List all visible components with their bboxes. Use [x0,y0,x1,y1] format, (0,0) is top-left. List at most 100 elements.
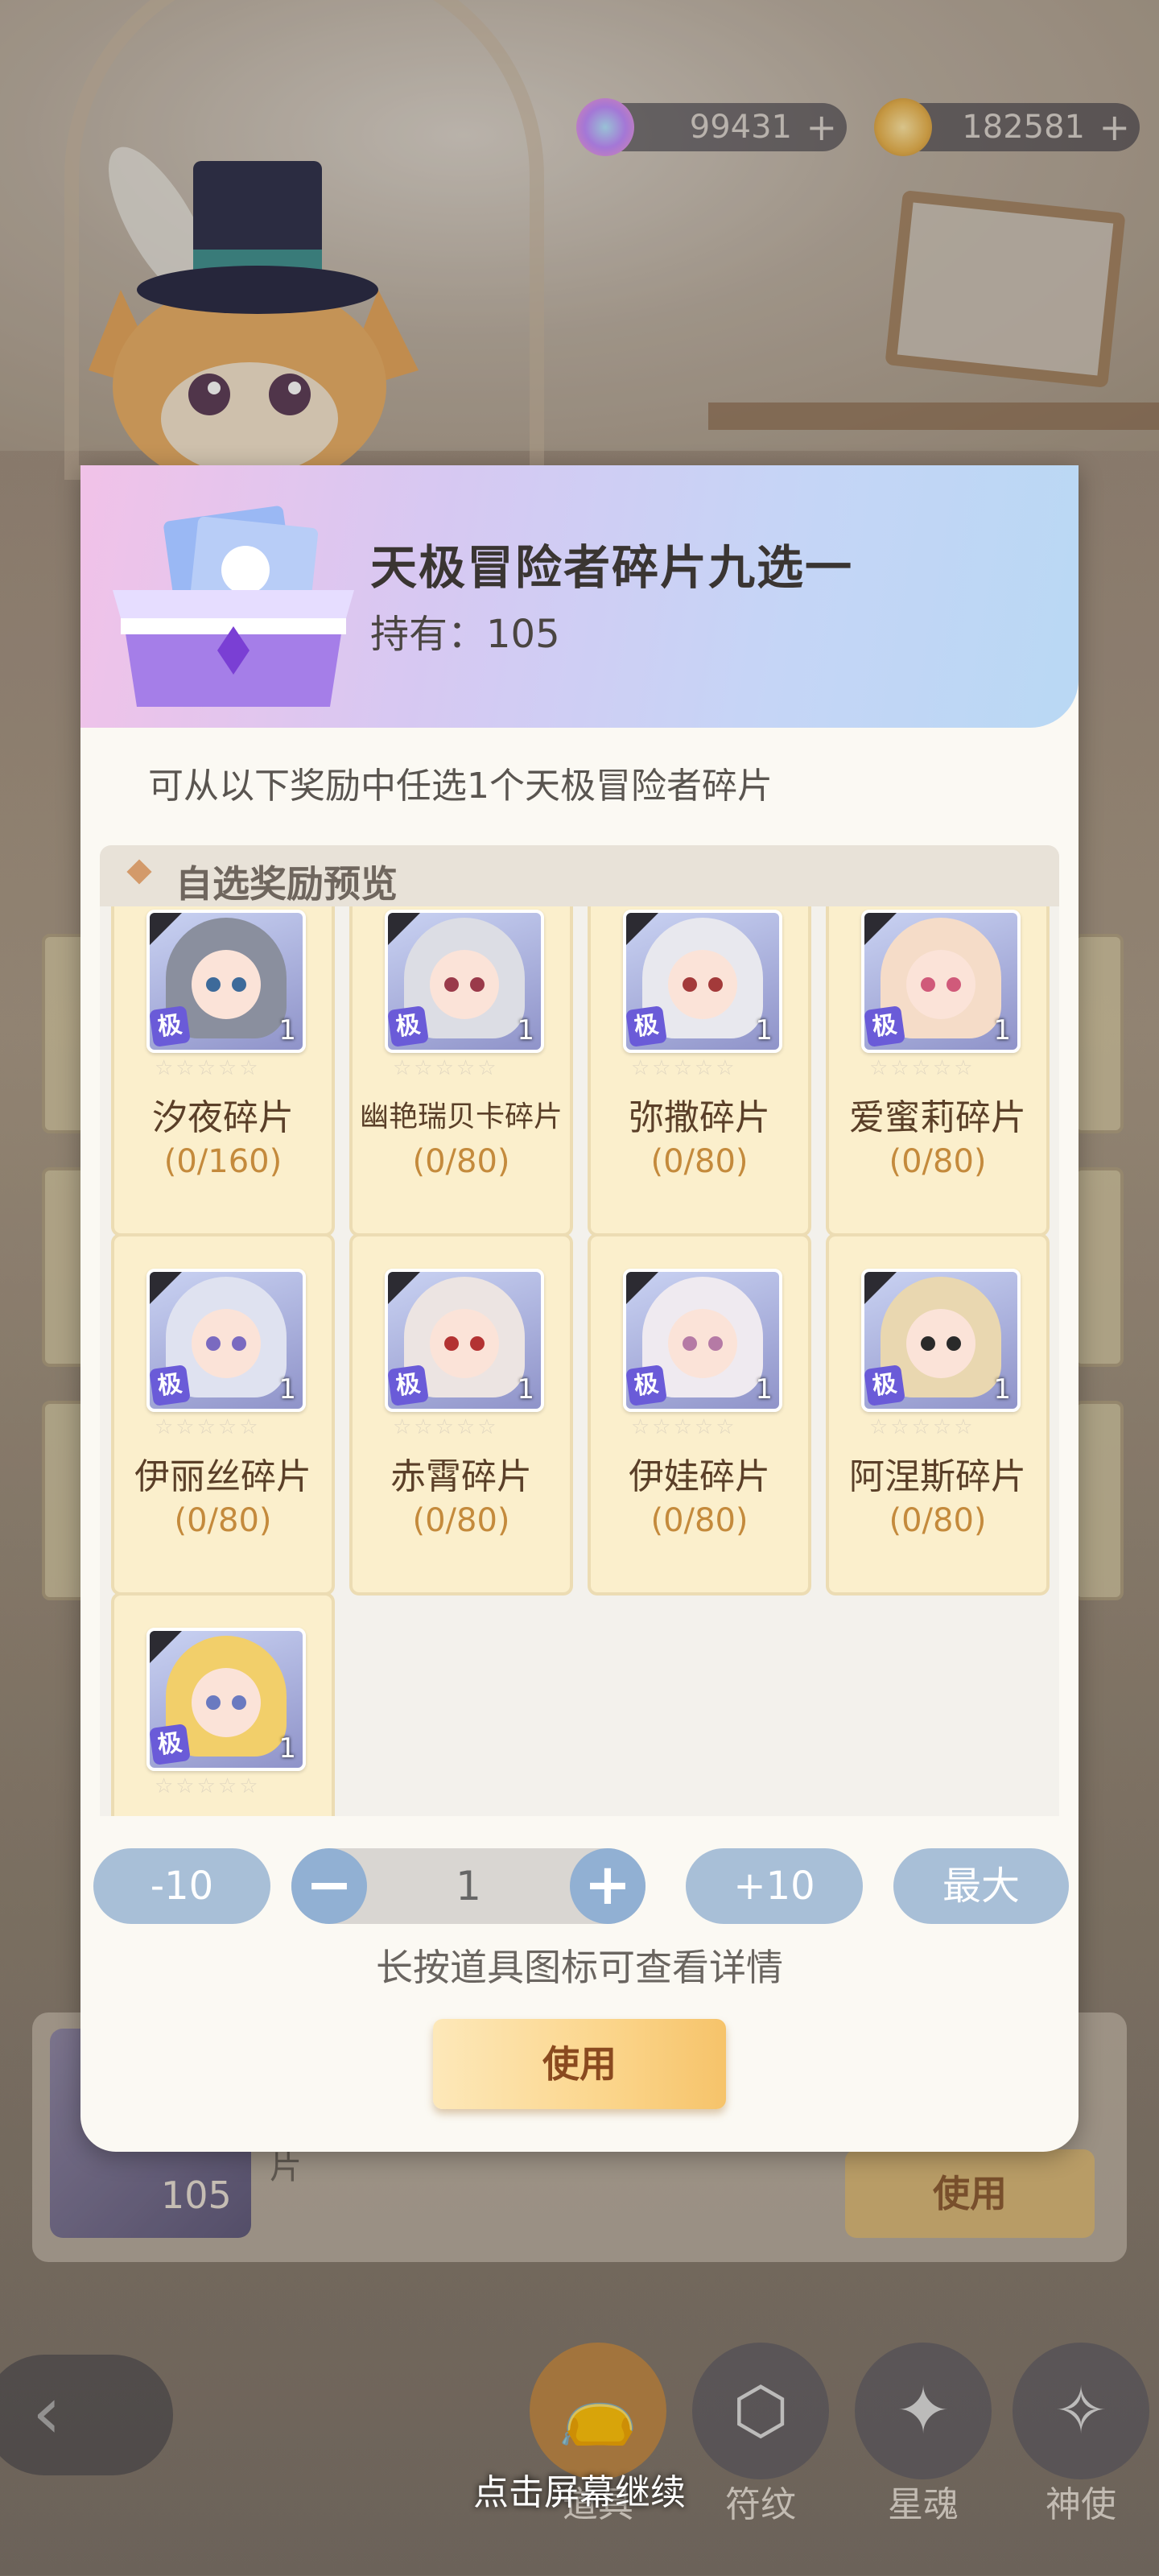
item-quantity: 1 [993,1014,1011,1046]
shard-name: 弥撒碎片 [629,1097,770,1138]
shard-name: 阿涅斯碎片 [849,1456,1026,1497]
star-rating: ☆☆☆☆☆ [155,1056,261,1080]
item-quantity: 1 [993,1373,1011,1406]
dialog-title: 天极冒险者碎片九选一 [370,540,854,595]
rarity-badge: 极 [864,1005,905,1047]
portrait-face [192,950,261,1019]
tap-to-continue-text[interactable]: 点击屏幕继续 [0,2463,1159,2515]
portrait-face [906,1309,975,1378]
use-button[interactable]: 使用 [433,2019,726,2109]
shard-progress: (0/80) [889,1143,987,1180]
portrait-eye [206,1336,221,1351]
shard-progress: (0/80) [412,1502,510,1539]
portrait-face [192,1309,261,1378]
portrait-face [668,1309,737,1378]
star-rating: ☆☆☆☆☆ [631,1056,737,1080]
shard-name: 伊丽丝碎片 [134,1456,311,1497]
portrait-eye [708,1336,723,1351]
character-portrait[interactable]: 极1 [861,910,1021,1053]
reward-item-card[interactable]: 极 1 ☆☆☆☆☆ 伊丽丝碎片 (0/80) [111,1233,335,1596]
portrait-eye [708,977,723,992]
shard-name: 汐夜碎片 [152,1097,294,1138]
portrait-eye [232,1336,246,1351]
portrait-face [192,1668,261,1737]
rarity-badge: 极 [150,1005,191,1047]
shard-progress: (0/80) [650,1143,749,1180]
puzzle-corner-icon [150,1272,182,1304]
portrait-eye [921,977,935,992]
rarity-badge: 极 [864,1364,905,1406]
portrait-eye [206,977,221,992]
rarity-badge: 极 [388,1364,429,1406]
item-quantity: 1 [755,1373,773,1406]
dialog-description: 可从以下奖励中任选1个天极冒险者碎片 [148,766,773,807]
plus-ten-button[interactable]: +10 [686,1848,863,1924]
minus-ten-button[interactable]: -10 [93,1848,270,1924]
puzzle-corner-icon [626,913,658,945]
puzzle-corner-icon [388,1272,420,1304]
character-portrait[interactable]: 极1 [385,1269,544,1412]
reward-item-card[interactable]: 极 1 ☆☆☆☆☆ 伊娃碎片 (0/80) [588,1233,811,1596]
puzzle-corner-icon [626,1272,658,1304]
item-quantity: 1 [517,1373,534,1406]
character-portrait[interactable]: 极1 [385,910,544,1053]
puzzle-corner-icon [864,1272,897,1304]
character-portrait[interactable]: 极1 [146,910,306,1053]
long-press-hint: 长按道具图标可查看详情 [376,1946,783,1989]
portrait-eye [444,977,459,992]
character-portrait[interactable]: 极1 [861,1269,1021,1412]
rarity-badge: 极 [626,1005,667,1047]
portrait-eye [206,1695,221,1710]
shard-progress: (0/80) [650,1502,749,1539]
portrait-eye [947,977,961,992]
portrait-eye [921,1336,935,1351]
shard-name: 伊娃碎片 [629,1456,770,1497]
portrait-eye [947,1336,961,1351]
character-portrait[interactable]: 极1 [623,1269,782,1412]
rarity-badge: 极 [388,1005,429,1047]
portrait-eye [470,977,485,992]
max-button[interactable]: 最大 [893,1848,1069,1924]
character-portrait[interactable]: 极1 [623,910,782,1053]
star-rating: ☆☆☆☆☆ [393,1415,499,1439]
reward-item-card[interactable]: 极 1 ☆☆☆☆☆ 爱蜜莉碎片 (0/80) [826,906,1050,1236]
reward-item-card[interactable]: 极 1 ☆☆☆☆☆ [111,1592,335,1816]
shard-name: 赤霄碎片 [390,1456,532,1497]
item-quantity: 1 [278,1373,296,1406]
reward-item-card[interactable]: 极 1 ☆☆☆☆☆ 弥撒碎片 (0/80) [588,906,811,1236]
reward-item-card[interactable]: 极 1 ☆☆☆☆☆ 汐夜碎片 (0/160) [111,906,335,1236]
gift-box-icon [113,506,354,707]
increment-button[interactable]: + [570,1848,645,1924]
puzzle-corner-icon [864,913,897,945]
shard-progress: (0/80) [412,1143,510,1180]
reward-grid[interactable]: 极 1 ☆☆☆☆☆ 汐夜碎片 (0/160) 极 1 ☆☆☆☆☆ 幽艳瑞贝卡碎片 (0/80) 极 1… [100,906,1059,1816]
item-quantity: 1 [278,1014,296,1046]
portrait-eye [683,977,697,992]
portrait-face [430,950,499,1019]
portrait-face [430,1309,499,1378]
item-quantity: 1 [517,1014,534,1046]
quantity-stepper: − 1 + [291,1848,645,1924]
item-quantity: 1 [755,1014,773,1046]
reward-item-card[interactable]: 极 1 ☆☆☆☆☆ 幽艳瑞贝卡碎片 (0/80) [349,906,573,1236]
star-rating: ☆☆☆☆☆ [393,1056,499,1080]
character-portrait[interactable]: 极1 [146,1269,306,1412]
character-portrait[interactable]: 极1 [146,1628,306,1771]
reward-item-card[interactable]: 极 1 ☆☆☆☆☆ 赤霄碎片 (0/80) [349,1233,573,1596]
decrement-button[interactable]: − [291,1848,367,1924]
shard-name: 幽艳瑞贝卡碎片 [359,1100,563,1133]
star-rating: ☆☆☆☆☆ [631,1415,737,1439]
shard-progress: (0/80) [889,1502,987,1539]
reward-item-card[interactable]: 极 1 ☆☆☆☆☆ 阿涅斯碎片 (0/80) [826,1233,1050,1596]
quantity-value[interactable]: 1 [367,1848,570,1924]
puzzle-corner-icon [150,913,182,945]
portrait-eye [444,1336,459,1351]
shard-progress: (0/80) [174,1502,272,1539]
portrait-eye [232,1695,246,1710]
section-title: 自选奖励预览 [175,862,398,906]
star-rating: ☆☆☆☆☆ [155,1415,261,1439]
portrait-eye [470,1336,485,1351]
portrait-face [668,950,737,1019]
held-quantity: 持有：105 [370,612,560,657]
shard-selection-dialog: 天极冒险者碎片九选一 持有：105 可从以下奖励中任选1个天极冒险者碎片 自选奖… [80,465,1079,2152]
